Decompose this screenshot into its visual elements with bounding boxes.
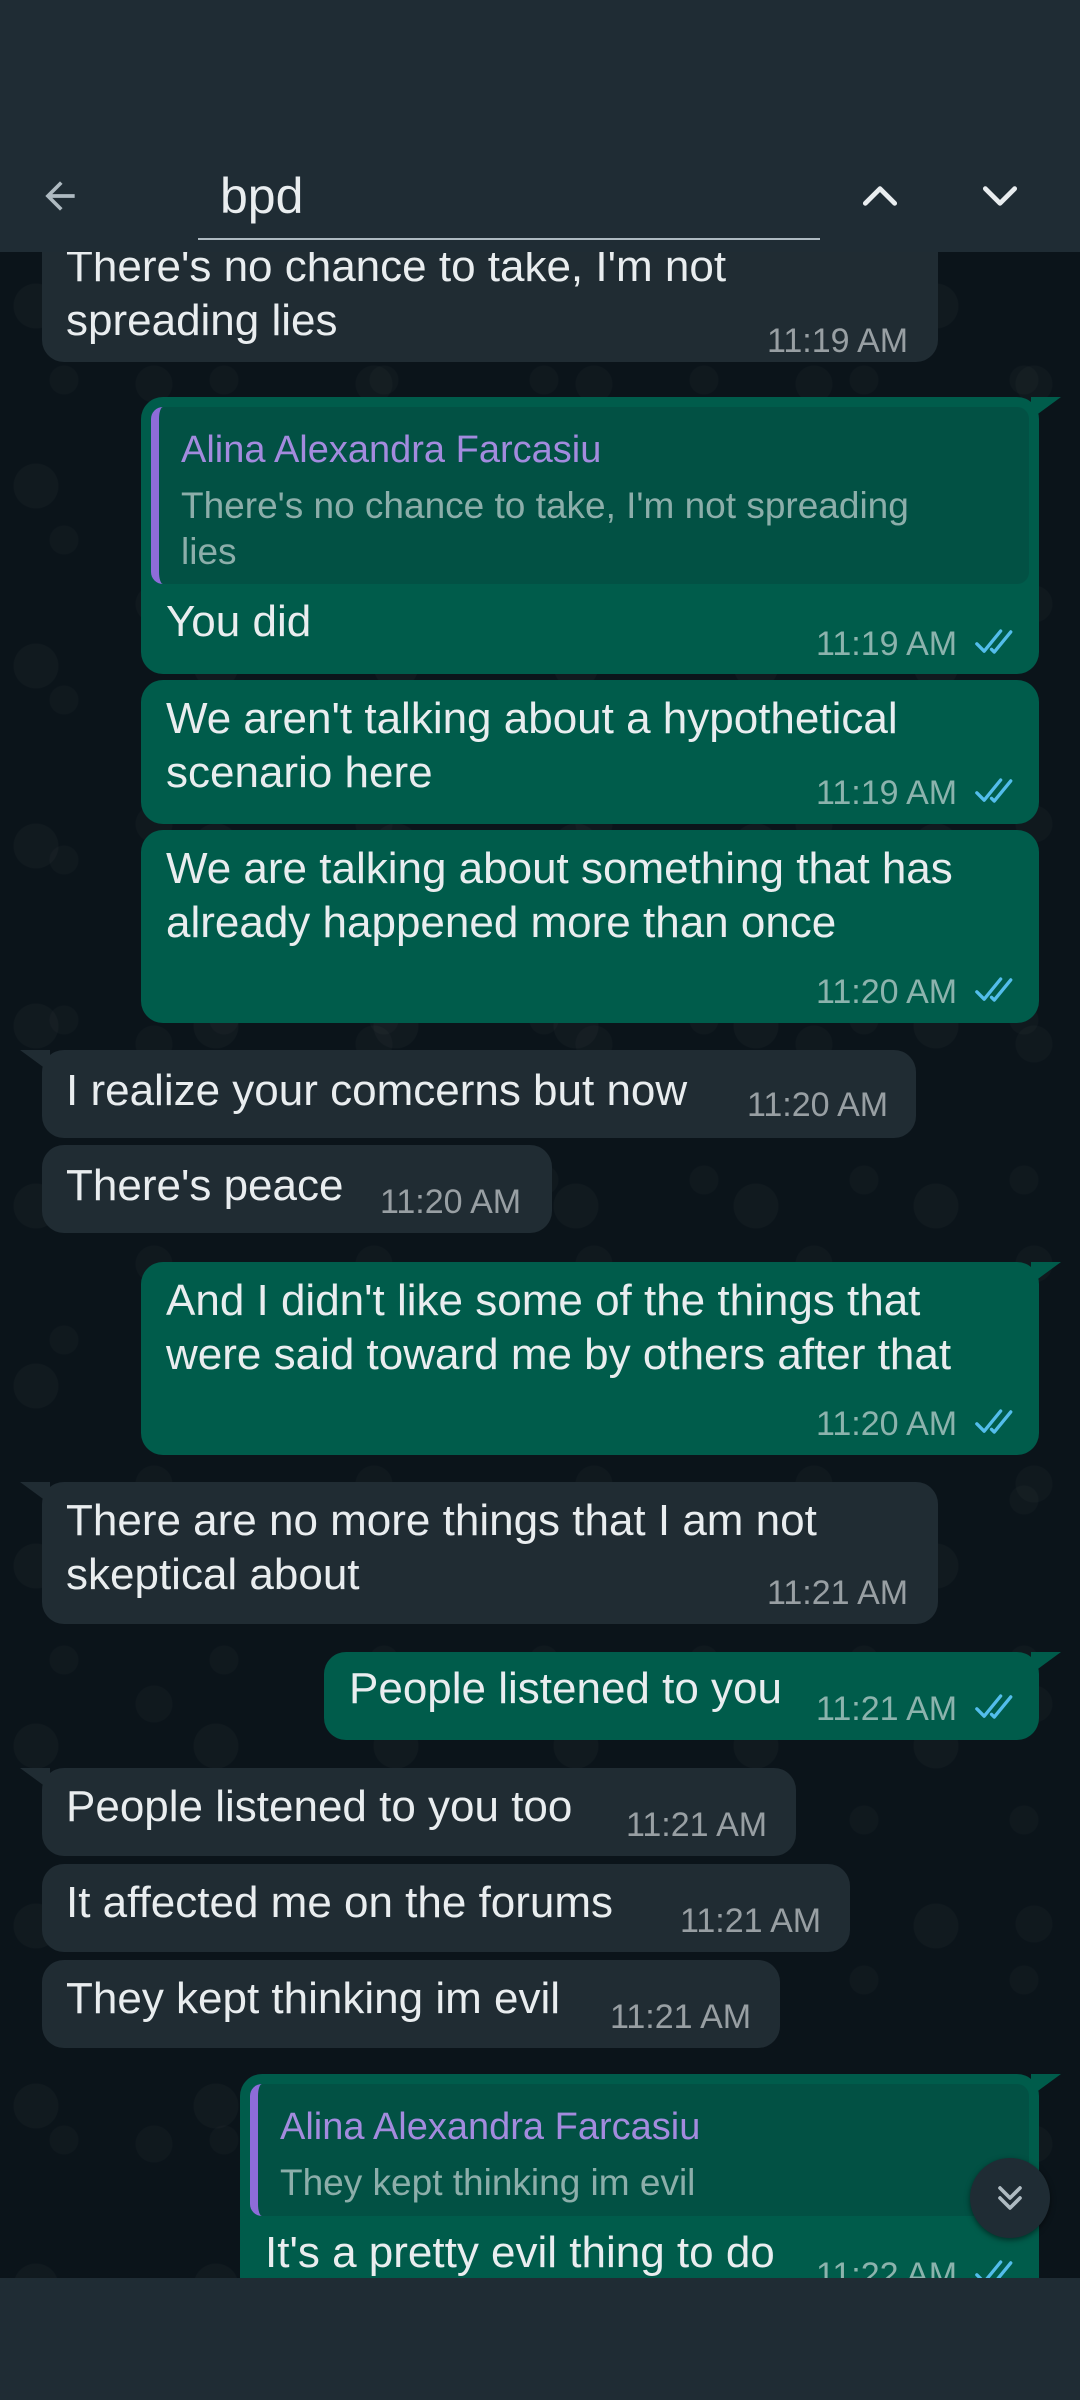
read-ticks-icon: [975, 977, 1013, 1002]
chevron-down-icon: [982, 186, 1018, 206]
quoted-text: They kept thinking im evil: [280, 2162, 696, 2203]
message-text: We aren't talking about a hypothetical s…: [166, 694, 898, 797]
message-time: 11:20 AM: [380, 1183, 522, 1221]
message-text: There are no more things that I am not s…: [66, 1496, 817, 1599]
incoming-message[interactable]: People listened to you too 11:21 AM: [20, 1768, 796, 1856]
quoted-text: There's no chance to take, I'm not sprea…: [181, 485, 909, 572]
message-time: 11:19 AM: [816, 774, 958, 812]
bubble-tail: [1031, 397, 1061, 419]
search-bar: [0, 140, 1080, 252]
message-time: 11:21 AM: [626, 1806, 768, 1844]
quoted-message[interactable]: Alina Alexandra Farcasiu They kept think…: [250, 2084, 1029, 2216]
message-text: There's no chance to take, I'm not sprea…: [66, 252, 727, 345]
scroll-to-bottom-button[interactable]: [970, 2158, 1050, 2238]
status-bar: [0, 0, 1080, 140]
outgoing-message[interactable]: Alina Alexandra Farcasiu They kept think…: [240, 2074, 1061, 2278]
bubble-tail: [20, 1768, 50, 1790]
message-text: They kept thinking im evil: [66, 1974, 560, 2023]
arrow-left-icon: [45, 181, 75, 211]
bubble-tail: [1031, 2074, 1061, 2096]
bubble-tail: [20, 1050, 50, 1072]
incoming-message[interactable]: They kept thinking im evil 11:21 AM: [42, 1960, 780, 2048]
message-time: 11:19 AM: [816, 625, 958, 663]
back-button[interactable]: [30, 166, 90, 226]
search-input[interactable]: [198, 154, 820, 238]
message-text: We are talking about something that has …: [166, 844, 953, 947]
message-time: 11:20 AM: [816, 973, 958, 1011]
message-time: 11:21 AM: [680, 1902, 822, 1940]
quoted-author: Alina Alexandra Farcasiu: [280, 2106, 701, 2148]
message-text: People listened to you too: [66, 1782, 573, 1831]
quoted-message[interactable]: Alina Alexandra Farcasiu There's no chan…: [151, 407, 1029, 584]
message-time: 11:20 AM: [816, 1405, 958, 1443]
message-text: You did: [166, 597, 312, 646]
chat-area[interactable]: There's no chance to take, I'm not sprea…: [0, 252, 1080, 2278]
message-time: 11:21 AM: [767, 1574, 909, 1612]
incoming-message[interactable]: There's no chance to take, I'm not sprea…: [42, 252, 938, 362]
outgoing-message[interactable]: And I didn't like some of the things tha…: [141, 1262, 1061, 1455]
message-time: 11:21 AM: [610, 1998, 752, 2036]
incoming-message[interactable]: I realize your comcerns but now 11:20 AM: [20, 1050, 916, 1138]
outgoing-message[interactable]: Alina Alexandra Farcasiu There's no chan…: [141, 397, 1061, 674]
chevron-up-icon: [862, 186, 898, 206]
outgoing-message[interactable]: We aren't talking about a hypothetical s…: [141, 680, 1039, 824]
incoming-message[interactable]: There are no more things that I am not s…: [20, 1482, 938, 1624]
read-ticks-icon: [975, 1409, 1013, 1434]
message-text: It affected me on the forums: [66, 1878, 614, 1927]
message-text: People listened to you: [349, 1664, 782, 1713]
quoted-author: Alina Alexandra Farcasiu: [181, 429, 602, 471]
system-navigation-bar: [0, 2278, 1080, 2400]
read-ticks-icon: [975, 629, 1013, 654]
message-text: There's peace: [66, 1161, 344, 1210]
double-chevron-down-icon: [998, 2186, 1022, 2210]
previous-result-button[interactable]: [850, 166, 910, 226]
bubble-tail: [1031, 1262, 1061, 1284]
incoming-message[interactable]: It affected me on the forums 11:21 AM: [42, 1864, 850, 1952]
read-ticks-icon: [975, 1694, 1013, 1719]
search-field: [198, 154, 820, 240]
outgoing-message[interactable]: People listened to you 11:21 AM: [324, 1652, 1061, 1740]
message-time: 11:21 AM: [816, 1690, 958, 1728]
message-text: And I didn't like some of the things tha…: [166, 1276, 952, 1379]
bubble-tail: [20, 1482, 50, 1504]
outgoing-message[interactable]: We are talking about something that has …: [141, 830, 1039, 1023]
incoming-message[interactable]: There's peace 11:20 AM: [42, 1145, 552, 1233]
read-ticks-icon: [975, 2260, 1013, 2278]
message-time: 11:20 AM: [747, 1086, 889, 1124]
message-time: 11:19 AM: [767, 322, 909, 360]
message-text: I realize your comcerns but now: [66, 1066, 688, 1115]
bubble-tail: [1031, 1652, 1061, 1674]
next-result-button[interactable]: [970, 166, 1030, 226]
message-text: It's a pretty evil thing to do: [265, 2228, 775, 2277]
message-time: 11:22 AM: [816, 2256, 958, 2278]
read-ticks-icon: [975, 778, 1013, 803]
